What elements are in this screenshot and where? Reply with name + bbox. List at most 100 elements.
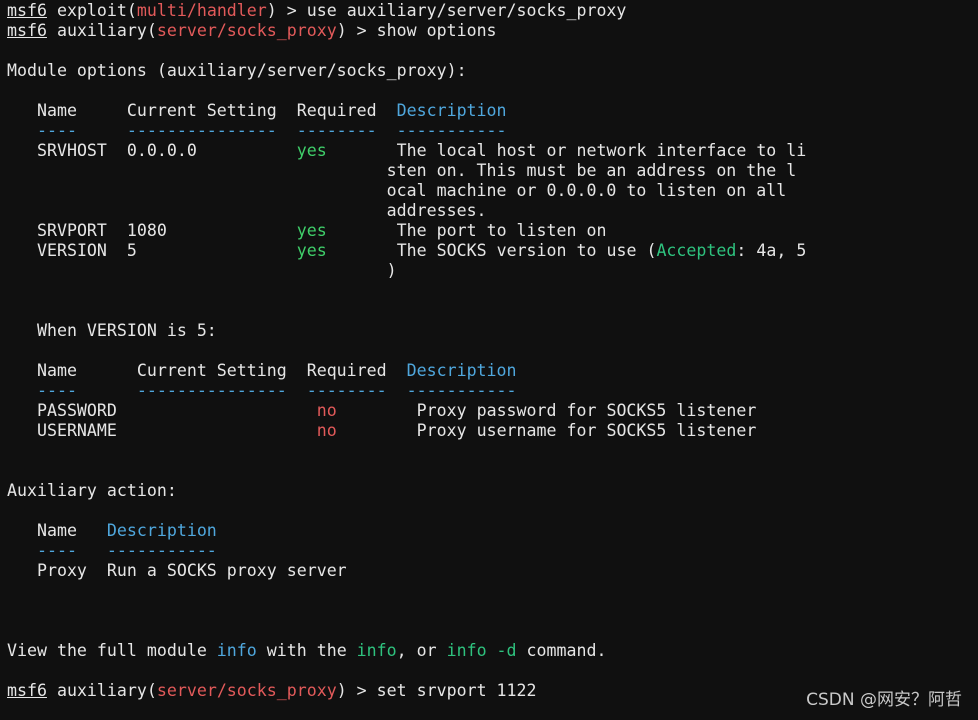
option-description: Proxy username for SOCKS5 listener <box>416 421 757 440</box>
hint-text: , or <box>396 641 447 660</box>
command-input[interactable]: ) > set srvport 1122 <box>337 681 537 700</box>
option-setting: 5 <box>126 241 137 260</box>
version-row-password: PASSWORD no Proxy password for SOCKS5 li… <box>7 401 969 421</box>
action-separator-columns: ---- <box>7 541 107 560</box>
prompt-text: auxiliary( <box>46 681 157 700</box>
option-required: yes <box>296 141 327 160</box>
version-table-separator: ---- --------------- -------- ----------… <box>7 381 969 401</box>
option-name: VERSION <box>36 241 107 260</box>
action-name: Proxy <box>7 561 107 580</box>
module-options-title: Module options (auxiliary/server/socks_p… <box>7 61 467 80</box>
option-row-continuation: addresses. <box>7 201 969 221</box>
current-module-name: server/socks_proxy <box>156 681 337 700</box>
info-keyword: info <box>216 641 257 660</box>
option-required: yes <box>296 241 327 260</box>
version-row-username: USERNAME no Proxy username for SOCKS5 li… <box>7 421 969 441</box>
action-table-header: Name Description <box>7 521 969 541</box>
prompt-text: exploit( <box>46 1 137 20</box>
version-header-description: Description <box>406 361 517 380</box>
current-module-name: server/socks_proxy <box>156 21 337 40</box>
action-table-separator: ---- ----------- <box>7 541 969 561</box>
option-description-cont: ) <box>386 261 397 280</box>
option-required: yes <box>296 221 327 240</box>
msf-prompt-label: msf6 <box>7 1 47 20</box>
option-description: The port to listen on <box>396 221 607 240</box>
option-setting: 0.0.0.0 <box>126 141 197 160</box>
aux-action-title: Auxiliary action: <box>7 481 177 500</box>
option-description: The local host or network interface to l… <box>396 141 807 160</box>
action-separator-description: ----------- <box>106 541 217 560</box>
option-row-srvport: SRVPORT 1080 yes The port to listen on <box>7 221 969 241</box>
hint-text: with the <box>256 641 357 660</box>
action-header-columns: Name <box>7 521 107 540</box>
option-name: SRVHOST <box>36 141 107 160</box>
current-module-name: multi/handler <box>136 1 267 20</box>
version-header-columns: Name Current Setting Required <box>7 361 407 380</box>
action-description: Run a SOCKS proxy server <box>106 561 347 580</box>
options-header-columns: Name Current Setting Required <box>7 101 397 120</box>
option-setting: 1080 <box>126 221 167 240</box>
options-separator-columns: ---- --------------- -------- <box>7 121 397 140</box>
accepted-keyword: Accepted <box>656 241 737 260</box>
prompt-text: auxiliary( <box>46 21 157 40</box>
option-row-srvhost: SRVHOST 0.0.0.0 yes The local host or ne… <box>7 141 969 161</box>
option-row-continuation: ) <box>7 261 969 281</box>
action-header-description: Description <box>106 521 217 540</box>
option-name: SRVPORT <box>36 221 107 240</box>
version-separator-columns: ---- --------------- -------- <box>7 381 407 400</box>
options-separator-description: ----------- <box>396 121 507 140</box>
option-required: no <box>316 401 337 420</box>
option-required: no <box>316 421 337 440</box>
hint-text: View the full module <box>7 641 217 660</box>
option-description: Proxy password for SOCKS5 listener <box>416 401 757 420</box>
view-info-hint: View the full module info with the info,… <box>7 641 969 661</box>
option-name: USERNAME <box>7 421 117 440</box>
option-description-values: : 4a, 5 <box>736 241 807 260</box>
option-row-continuation: ocal machine or 0.0.0.0 to listen on all <box>7 181 969 201</box>
version-table-header: Name Current Setting Required Descriptio… <box>7 361 969 381</box>
msf-prompt-label: msf6 <box>7 681 47 700</box>
when-version-heading: When VERSION is 5: <box>7 321 217 340</box>
options-table-header: Name Current Setting Required Descriptio… <box>7 101 969 121</box>
option-row-version: VERSION 5 yes The SOCKS version to use (… <box>7 241 969 261</box>
msf-prompt-label: msf6 <box>7 21 47 40</box>
option-row-continuation: sten on. This must be an address on the … <box>7 161 969 181</box>
options-header-description: Description <box>396 101 507 120</box>
command-text: ) > use auxiliary/server/socks_proxy <box>266 1 627 20</box>
version-separator-description: ----------- <box>406 381 517 400</box>
options-table-separator: ---- --------------- -------- ----------… <box>7 121 969 141</box>
option-description: The SOCKS version to use ( <box>396 241 657 260</box>
action-row-proxy: Proxy Run a SOCKS proxy server <box>7 561 969 581</box>
hint-text: command. <box>516 641 607 660</box>
command-line-show-options: msf6 auxiliary(server/socks_proxy) > sho… <box>7 21 969 41</box>
info-command: info <box>356 641 397 660</box>
option-name: PASSWORD <box>7 401 117 420</box>
option-description-cont: sten on. This must be an address on the … <box>386 161 797 180</box>
terminal-window[interactable]: msf6 exploit(multi/handler) > use auxili… <box>7 1 969 701</box>
info-d-command: info -d <box>446 641 517 660</box>
command-line-use: msf6 exploit(multi/handler) > use auxili… <box>7 1 969 21</box>
